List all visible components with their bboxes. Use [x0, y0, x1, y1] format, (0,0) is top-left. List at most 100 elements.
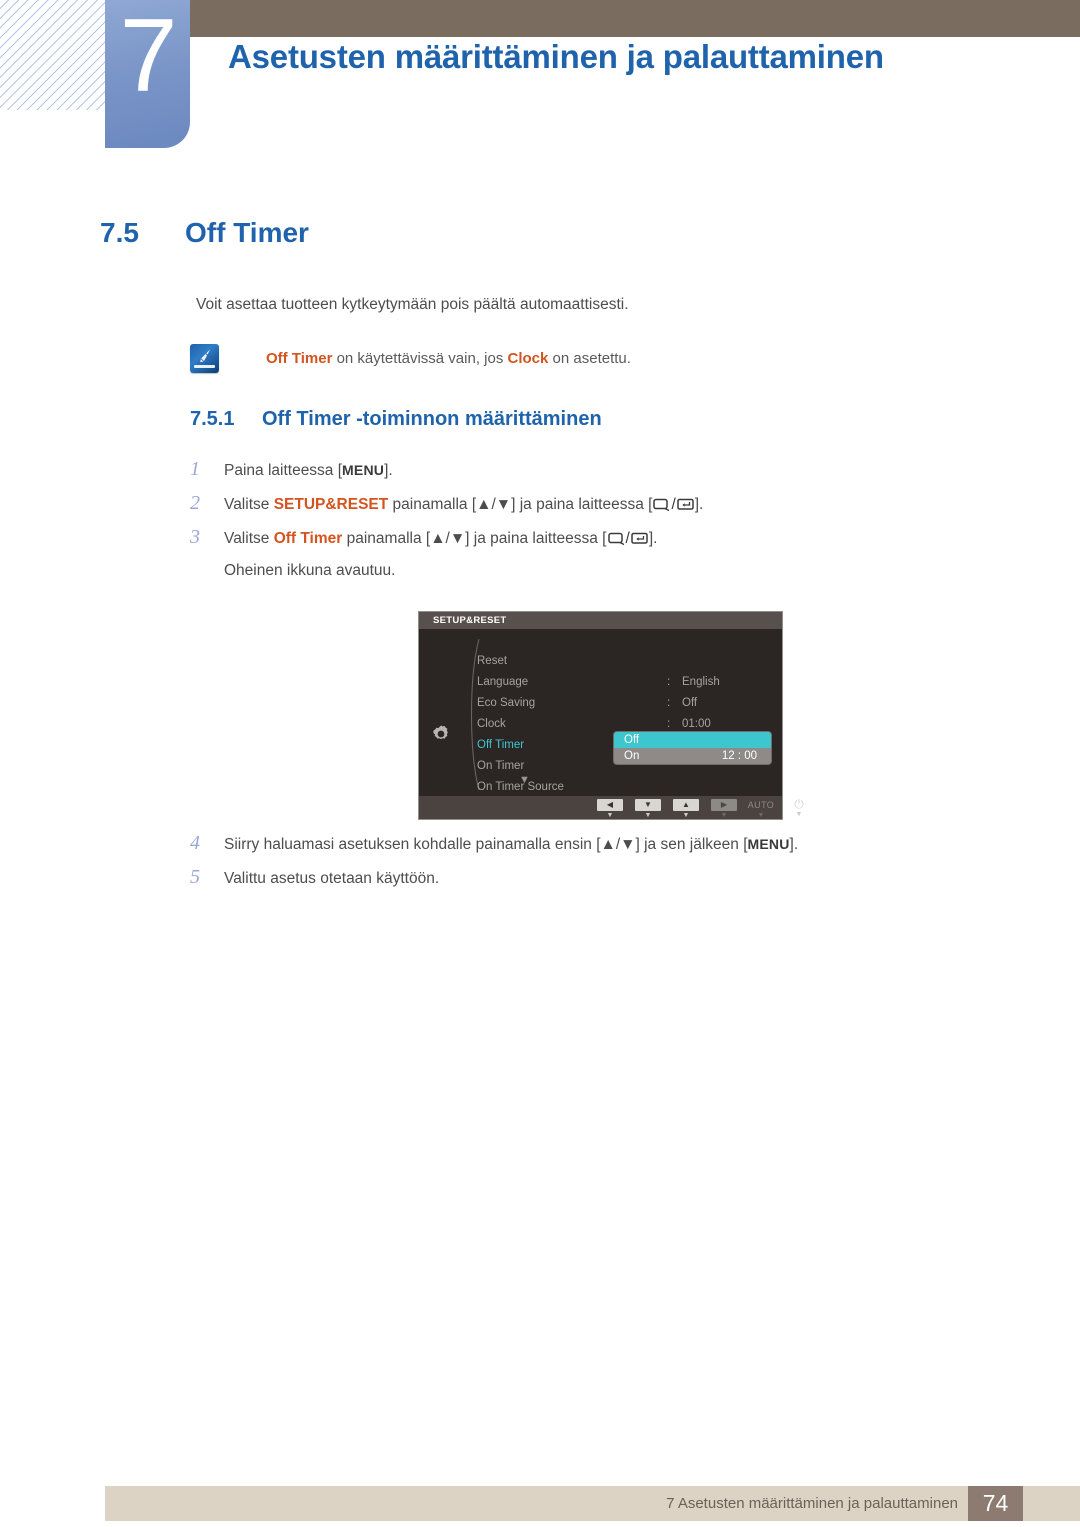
subsection-heading: 7.5.1 Off Timer -toiminnon määrittäminen [190, 408, 602, 431]
osd-value: Off [682, 697, 698, 709]
step-3-middle: painamalla [▲/▼] ja paina laitteessa [ [342, 530, 607, 547]
dropdown-option-label: On [624, 750, 640, 762]
up-arrow-icon: ▲ [673, 799, 699, 811]
osd-label: On Timer [477, 760, 525, 772]
right-button-marker: ▼ [720, 812, 728, 819]
osd-row-reset[interactable]: Reset [477, 651, 777, 672]
osd-up-button[interactable]: ▲ ▼ [673, 799, 699, 820]
osd-label: Eco Saving [477, 697, 536, 709]
step-number: 5 [190, 866, 200, 888]
note-text-mid1: on käytettävissä vain, jos [332, 350, 508, 367]
down-button-marker: ▼ [644, 812, 652, 819]
step-item: 4 Siirry haluamasi asetuksen kohdalle pa… [190, 832, 1010, 856]
osd-row-eco-saving[interactable]: Eco Saving : Off [477, 693, 777, 714]
note-pen-icon [190, 344, 219, 373]
up-button-marker: ▼ [682, 812, 690, 819]
step-2-prefix: Valitse [224, 496, 274, 513]
step-1-suffix: ]. [384, 462, 393, 479]
decorative-hatch-pattern [0, 0, 107, 110]
step-3-suffix: ]. [648, 530, 658, 547]
key-menu: MENU [747, 836, 790, 852]
power-icon: ⏻ [794, 797, 804, 811]
step-item: 3 Valitse Off Timer painamalla [▲/▼] ja … [190, 526, 1010, 550]
off-timer-dropdown[interactable]: Off On 12 : 00 [614, 732, 771, 764]
step-1-prefix: Paina laitteessa [ [224, 462, 343, 479]
enter-button-icon [630, 531, 649, 545]
osd-down-button[interactable]: ▼ ▼ [635, 799, 661, 820]
section-title: Off Timer [185, 217, 309, 248]
header-brown-bar [190, 0, 1080, 37]
step-2-middle: painamalla [▲/▼] ja paina laitteessa [ [388, 496, 653, 513]
step-number: 4 [190, 832, 200, 854]
steps-list-continued: 4 Siirry haluamasi asetuksen kohdalle pa… [190, 832, 1010, 900]
osd-label: Off Timer [477, 739, 525, 751]
osd-power-button[interactable]: ⏻ ▼ [751, 798, 809, 819]
dropdown-option-time: 12 : 00 [721, 750, 757, 762]
section-number: 7.5 [100, 217, 139, 248]
step-number: 3 [190, 526, 200, 548]
dropdown-option-label: Off [624, 734, 640, 746]
step-3-prefix: Valitse [224, 530, 274, 547]
key-menu: MENU [342, 462, 385, 478]
osd-colon: : [667, 697, 671, 709]
step-number: 2 [190, 492, 200, 514]
osd-row-language[interactable]: Language : English [477, 672, 777, 693]
gear-icon [433, 725, 448, 740]
subsection-title: Off Timer -toiminnon määrittäminen [262, 408, 602, 430]
page-footer: 7 Asetusten määrittäminen ja palauttamin… [105, 1486, 1080, 1521]
left-arrow-icon: ◀ [597, 799, 623, 811]
power-button-marker: ▼ [795, 811, 803, 818]
footer-breadcrumb: 7 Asetusten määrittäminen ja palauttamin… [666, 1495, 958, 1512]
page-number-badge: 74 [968, 1486, 1023, 1521]
osd-right-button[interactable]: ▶ ▼ [711, 799, 737, 820]
note-text: Off Timer on käytettävissä vain, jos Clo… [266, 344, 631, 373]
osd-body: Reset Language : English Eco Saving : Of… [419, 629, 782, 796]
step-text: Valittu asetus otetaan käyttöön. [224, 870, 440, 887]
enter-button-icon [676, 497, 695, 511]
step-text: Valitse Off Timer painamalla [▲/▼] ja pa… [224, 530, 658, 547]
chapter-number-badge: 7 [105, 0, 190, 148]
subsection-number: 7.5.1 [190, 408, 235, 430]
step-number: 1 [190, 458, 200, 480]
step-text: Paina laitteessa [MENU]. [224, 459, 393, 482]
dropdown-option-on[interactable]: On 12 : 00 [614, 748, 771, 764]
steps-list: 1 Paina laitteessa [MENU]. 2 Valitse SET… [190, 458, 1010, 586]
step-item: 2 Valitse SETUP&RESET painamalla [▲/▼] j… [190, 492, 1010, 516]
right-arrow-icon: ▶ [711, 799, 737, 811]
step-item: 5 Valittu asetus otetaan käyttöön. [190, 866, 1010, 890]
osd-value: English [682, 676, 720, 688]
note-term-offtimer: Off Timer [266, 350, 333, 367]
note-text-end: on asetettu. [548, 350, 631, 367]
pen-glyph [200, 349, 211, 363]
osd-title-bar: SETUP&RESET [419, 612, 782, 629]
osd-menu-screenshot: SETUP&RESET Reset Language : English Eco… [418, 611, 804, 820]
osd-label: Language [477, 676, 529, 688]
step-2-highlight: SETUP&RESET [273, 496, 389, 513]
note-term-clock: Clock [507, 350, 549, 367]
down-arrow-icon: ▼ [635, 799, 661, 811]
dropdown-option-off[interactable]: Off [614, 732, 771, 748]
osd-label: Reset [477, 655, 508, 667]
osd-colon: : [667, 676, 671, 688]
chapter-header: 7 Asetusten määrittäminen ja palauttamin… [0, 0, 1080, 152]
note-icon-baseline [194, 365, 215, 368]
step-3-subline: Oheinen ikkuna avautuu. [224, 562, 396, 579]
chevron-down-icon[interactable]: ▼ [519, 775, 530, 786]
source-button-icon [607, 531, 626, 545]
step-2-suffix: ]. [694, 496, 704, 513]
source-button-icon [652, 497, 671, 511]
step-item: 1 Paina laitteessa [MENU]. [190, 458, 1010, 482]
step-4-prefix: Siirry haluamasi asetuksen kohdalle pain… [224, 836, 748, 853]
osd-label: Clock [477, 718, 506, 730]
osd-left-button[interactable]: ◀ ▼ [597, 799, 623, 820]
intro-paragraph: Voit asettaa tuotteen kytkeytymään pois … [196, 296, 629, 313]
chapter-title: Asetusten määrittäminen ja palauttaminen [228, 38, 884, 75]
note-block: Off Timer on käytettävissä vain, jos Clo… [190, 344, 631, 373]
step-text: Valitse SETUP&RESET painamalla [▲/▼] ja … [224, 496, 704, 513]
left-button-marker: ▼ [606, 812, 614, 819]
step-3-highlight: Off Timer [273, 530, 343, 547]
section-heading: 7.5 Off Timer [100, 217, 309, 249]
step-text: Siirry haluamasi asetuksen kohdalle pain… [224, 833, 798, 856]
step-4-suffix: ]. [789, 836, 799, 853]
osd-button-bar: ◀ ▼ ▼ ▼ ▲ ▼ ▶ ▼ AUTO ▼ ⏻ ▼ [419, 796, 804, 820]
